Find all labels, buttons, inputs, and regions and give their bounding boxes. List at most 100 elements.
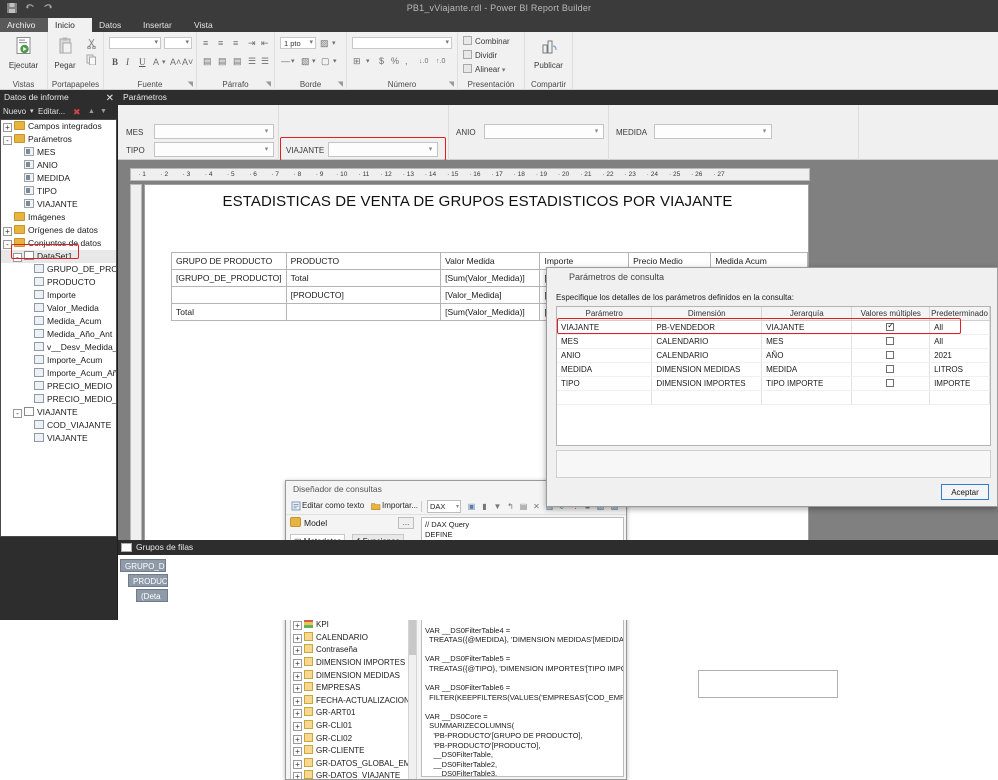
copy-icon[interactable] xyxy=(86,54,97,68)
report-data-tree-item[interactable]: - Parámetros xyxy=(1,133,116,146)
qpd-row[interactable]: TIPO DIMENSION IMPORTES TIPO IMPORTE IMPORT… xyxy=(557,376,990,391)
table-cell[interactable] xyxy=(171,286,287,304)
tab-datos[interactable]: Datos xyxy=(92,18,128,32)
tree-expander-icon[interactable]: + xyxy=(293,658,302,668)
query-language-select[interactable]: DAX ▾ xyxy=(427,500,461,513)
model-tree-item[interactable]: + GR-ART01 xyxy=(291,707,416,720)
param-medida-input[interactable]: ▾ xyxy=(654,124,772,139)
report-data-tree[interactable]: + Campos integrados - Parámetros MES ANIO MEDI… xyxy=(0,119,117,537)
report-data-tree-item[interactable]: v__Desv_Medida_Acu xyxy=(1,341,116,354)
qpd-cell-jerarquia[interactable]: VIAJANTE xyxy=(761,320,853,335)
increase-indent-icon[interactable]: ⇤ xyxy=(261,38,269,48)
report-data-tree-item[interactable]: Imágenes xyxy=(1,211,116,224)
table-cell[interactable]: [GRUPO_DE_PRODUCTO] xyxy=(171,269,287,287)
combinar-button[interactable]: Combinar xyxy=(463,36,510,47)
qpd-cell-predeterminado[interactable]: LITROS xyxy=(929,362,990,377)
qpd-cell-multiples[interactable] xyxy=(851,362,931,377)
tree-expander-icon[interactable]: + xyxy=(293,734,302,744)
qpd-column-header[interactable]: Jerarquía xyxy=(761,307,853,321)
font-color-button[interactable]: A xyxy=(153,57,159,67)
model-tree-item[interactable]: + FECHA-ACTUALIZACION xyxy=(291,694,416,708)
qpd-cell-multiples[interactable] xyxy=(851,320,931,335)
multiples-checkbox[interactable] xyxy=(886,364,895,373)
vertical-ruler[interactable]: 1234567891011121314 xyxy=(130,184,142,584)
move-down-icon[interactable]: ▼ xyxy=(100,105,107,119)
param-mes-input[interactable]: ▾ xyxy=(154,124,274,139)
model-tree-item[interactable]: + KPI xyxy=(291,619,416,632)
tree-expander-icon[interactable]: + xyxy=(293,759,302,769)
number-format-dropdown-icon[interactable]: ▾ xyxy=(366,57,370,67)
param-anio-input[interactable]: ▾ xyxy=(484,124,604,139)
table-cell[interactable]: [Valor_Medida] xyxy=(440,286,541,304)
qpd-cell-predeterminado[interactable]: 2021 xyxy=(929,348,990,363)
qpd-cell-jerarquia[interactable]: TIPO IMPORTE xyxy=(761,376,853,391)
tab-inicio[interactable]: Inicio xyxy=(48,18,92,32)
model-tree-item[interactable]: + GR-DATOS_VIAJANTE xyxy=(291,770,416,779)
delete-icon[interactable]: ▮ xyxy=(479,501,490,512)
qpd-column-header[interactable]: Dimensión xyxy=(651,307,763,321)
nuevo-dropdown-icon[interactable]: ▾ xyxy=(30,105,34,119)
bold-button[interactable]: B xyxy=(112,57,118,67)
qpd-cell-parametro[interactable]: VIAJANTE xyxy=(557,320,653,335)
fill-color-dropdown-icon[interactable]: ▾ xyxy=(312,57,316,67)
report-data-tree-item[interactable]: - VIAJANTE xyxy=(1,406,116,419)
qpd-cell-parametro[interactable] xyxy=(557,390,653,405)
qpd-cell-parametro[interactable]: TIPO xyxy=(557,376,653,391)
report-data-tree-item[interactable]: MEDIDA xyxy=(1,172,116,185)
underline-button[interactable]: U xyxy=(139,57,146,67)
align-top-icon[interactable]: ≡ xyxy=(203,38,208,48)
report-data-tree-item[interactable]: VIAJANTE xyxy=(1,432,116,445)
report-data-tree-item[interactable]: Importe_Acum_Año_ xyxy=(1,367,116,380)
report-data-tree-item[interactable]: ANIO xyxy=(1,159,116,172)
table-cell[interactable]: Total xyxy=(171,303,287,321)
cancel-icon[interactable]: ✕ xyxy=(531,501,542,512)
qpd-column-header[interactable]: Valores múltiples xyxy=(851,307,931,321)
table-cell[interactable]: [PRODUCTO] xyxy=(285,286,442,304)
number-format-select[interactable]: ▾ xyxy=(352,37,452,49)
dividir-button[interactable]: Dividir xyxy=(463,50,497,61)
import-button[interactable]: Importar... xyxy=(382,501,418,510)
edit-as-text-icon[interactable] xyxy=(290,501,301,512)
pegar-button[interactable]: Pegar xyxy=(40,36,90,70)
number-format-icon[interactable]: ⊞ xyxy=(353,56,361,66)
report-data-tree-item[interactable]: + Orígenes de datos xyxy=(1,224,116,237)
report-data-tree-item[interactable]: Valor_Medida xyxy=(1,302,116,315)
add-icon[interactable]: ▣ xyxy=(466,501,477,512)
delete-icon[interactable]: ✖ xyxy=(73,105,81,119)
qpd-cell-parametro[interactable]: MES xyxy=(557,334,653,349)
qpd-cell-dimension[interactable] xyxy=(651,390,763,405)
report-data-tree-item[interactable]: PRECIO_MEDIO_AÑO xyxy=(1,393,116,406)
tree-expander-icon[interactable]: + xyxy=(293,709,302,719)
qpd-cell-jerarquia[interactable] xyxy=(761,390,853,405)
model-tree-item[interactable]: + CALENDARIO xyxy=(291,631,416,645)
report-data-tree-item[interactable]: - Conjuntos de datos xyxy=(1,237,116,250)
import-icon[interactable] xyxy=(370,501,381,512)
border-style-icon[interactable]: — xyxy=(281,56,290,66)
tree-expander-icon[interactable]: + xyxy=(293,646,302,656)
align-right-icon[interactable]: ▤ xyxy=(233,56,242,66)
qpd-cell-multiples[interactable] xyxy=(851,390,931,405)
qpd-row[interactable]: MEDIDA DIMENSION MEDIDAS MEDIDA LITROS xyxy=(557,362,990,377)
report-data-tree-item[interactable]: MES xyxy=(1,146,116,159)
align-left-icon[interactable]: ▤ xyxy=(203,56,212,66)
qpd-cell-dimension[interactable]: CALENDARIO xyxy=(651,334,763,349)
group-row-0[interactable]: GRUPO_DE_ xyxy=(120,559,166,572)
model-tree-scrollbar[interactable] xyxy=(408,593,417,779)
tab-vista[interactable]: Vista xyxy=(187,18,220,32)
qpd-cell-predeterminado[interactable]: All xyxy=(929,334,990,349)
aceptar-button[interactable]: Aceptar xyxy=(941,484,989,500)
nuevo-button[interactable]: Nuevo xyxy=(3,105,26,119)
tab-insertar[interactable]: Insertar xyxy=(136,18,179,32)
qpd-row[interactable] xyxy=(557,390,990,405)
qpd-cell-jerarquia[interactable]: MEDIDA xyxy=(761,362,853,377)
report-data-tree-item[interactable]: VIAJANTE xyxy=(1,198,116,211)
filter-icon[interactable]: ▼ xyxy=(492,501,503,512)
border-width-select[interactable]: 1 pto ▾ xyxy=(280,37,316,49)
shrink-font-button[interactable]: A˅ xyxy=(182,57,193,67)
multiples-checkbox[interactable] xyxy=(886,336,895,345)
qpd-cell-predeterminado[interactable] xyxy=(929,390,990,405)
param-tipo-input[interactable]: ▾ xyxy=(154,142,274,157)
model-tree-item[interactable]: + DIMENSION IMPORTES xyxy=(291,656,416,670)
table-cell[interactable] xyxy=(285,303,442,321)
border-style-dropdown-icon[interactable]: ▾ xyxy=(291,57,295,67)
